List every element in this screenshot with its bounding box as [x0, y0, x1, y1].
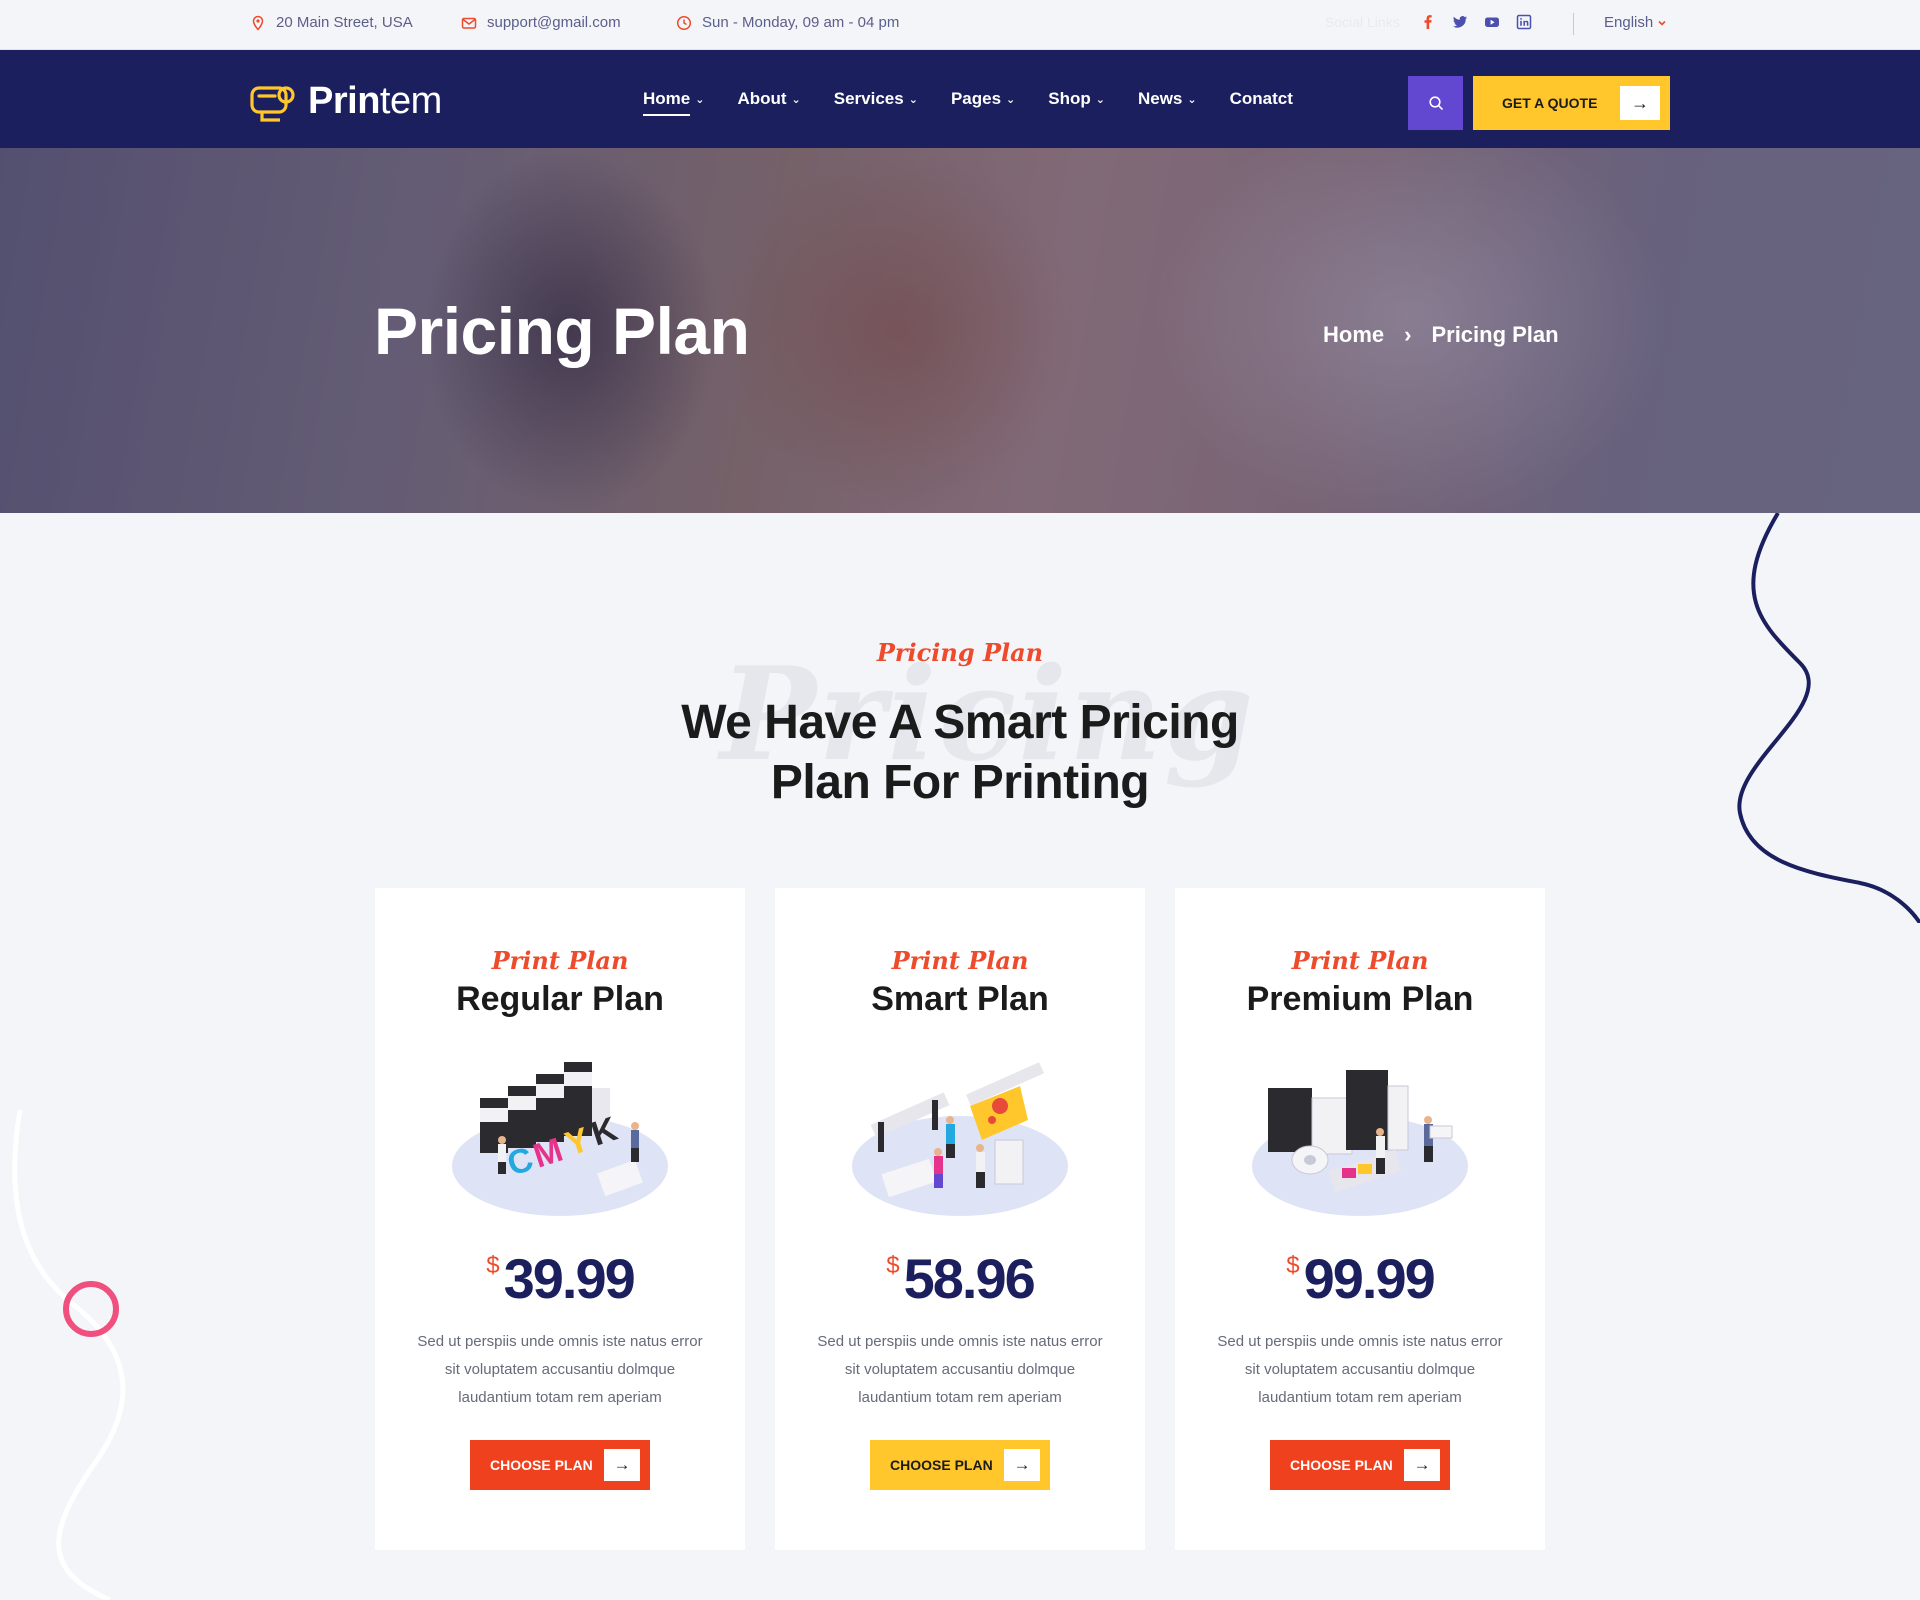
linkedin-icon[interactable] — [1516, 14, 1532, 30]
pricing-card-smart: Print Plan Smart Plan $ 58.96 Sed ut per… — [775, 888, 1145, 1550]
plan-price: $ 99.99 — [1175, 1246, 1545, 1311]
plan-price: $ 39.99 — [375, 1246, 745, 1311]
breadcrumb-current: Pricing Plan — [1431, 322, 1559, 347]
logo-text-light: tem — [379, 80, 442, 122]
menu-label: Services — [833, 89, 904, 108]
email-text[interactable]: support@gmail.com — [487, 14, 621, 31]
chevron-down-icon: ⌄ — [695, 93, 705, 106]
decorative-pink-ring — [63, 1281, 119, 1337]
plan-description: Sed ut perspiis unde omnis iste natus er… — [1217, 1333, 1503, 1406]
map-pin-icon — [252, 15, 264, 31]
plan-tag: Print Plan — [491, 946, 629, 975]
menu-item-home[interactable]: Home ⌄ — [643, 85, 705, 116]
chevron-down-icon: ⌄ — [1095, 93, 1105, 106]
currency-symbol: $ — [486, 1252, 500, 1279]
pricing-card-regular: Print Plan Regular Plan C M Y K $ 39.99 … — [375, 888, 745, 1550]
plan-description: Sed ut perspiis unde omnis iste natus er… — [817, 1333, 1103, 1406]
arrow-right-icon: → — [604, 1449, 640, 1481]
search-button[interactable] — [1408, 76, 1463, 130]
hours-info: Sun - Monday, 09 am - 04 pm — [676, 14, 899, 31]
address-text: 20 Main Street, USA — [276, 14, 413, 31]
youtube-icon[interactable] — [1484, 14, 1500, 30]
menu-label: About — [737, 89, 787, 108]
currency-symbol: $ — [886, 1252, 900, 1279]
plan-tag: Print Plan — [891, 946, 1029, 975]
plan-name: Regular Plan — [456, 980, 664, 1018]
breadcrumb-home-link[interactable]: Home — [1323, 322, 1384, 348]
chevron-down-icon: ⌄ — [791, 93, 801, 106]
printer-roll-logo-icon — [250, 85, 295, 122]
arrow-right-icon: → — [1004, 1449, 1040, 1481]
logo-text: Printem — [308, 80, 442, 123]
quote-button-label: GET A QUOTE — [1502, 95, 1598, 111]
main-menu: Home ⌄ About ⌄ Services ⌄ Pages ⌄ Shop ⌄ News… — [643, 50, 1293, 148]
page-title: Pricing Plan — [374, 294, 750, 368]
section-subtitle: Pricing Plan — [876, 638, 1044, 667]
plan-description: Sed ut perspiis unde omnis iste natus er… — [417, 1333, 703, 1406]
currency-symbol: $ — [1286, 1252, 1300, 1279]
choose-plan-label: CHOOSE PLAN — [490, 1457, 593, 1473]
decorative-white-curve — [12, 1110, 126, 1600]
get-a-quote-button[interactable]: GET A QUOTE → — [1473, 76, 1670, 130]
choose-plan-label: CHOOSE PLAN — [890, 1457, 993, 1473]
plan-price: $ 58.96 — [775, 1246, 1145, 1311]
menu-label: Pages — [950, 89, 1002, 108]
chevron-down-icon — [1658, 20, 1666, 26]
site-logo[interactable]: Printem — [250, 80, 442, 123]
menu-item-shop[interactable]: Shop ⌄ — [1048, 85, 1105, 113]
offset-printer-illustration: C M Y K — [452, 1062, 668, 1216]
menu-label: News — [1137, 89, 1183, 108]
clock-icon — [676, 15, 692, 30]
chevron-down-icon: ⌄ — [1187, 93, 1197, 106]
social-links-label: Social Links — [1325, 14, 1400, 30]
logo-text-bold: Prin — [308, 80, 380, 122]
industrial-press-illustration — [1252, 1070, 1468, 1216]
menu-label: Shop — [1048, 89, 1091, 108]
arrow-right-icon: → — [1404, 1449, 1440, 1481]
hours-text: Sun - Monday, 09 am - 04 pm — [702, 14, 900, 31]
address-info: 20 Main Street, USA — [250, 14, 413, 31]
language-label: English — [1604, 14, 1654, 31]
section-title-line: Plan For Printing — [770, 756, 1150, 809]
envelope-icon — [461, 17, 477, 29]
arrow-right-icon: → — [1620, 86, 1660, 120]
choose-plan-button[interactable]: CHOOSE PLAN → — [470, 1440, 650, 1490]
topbar-divider — [1573, 13, 1574, 35]
social-links: Social Links — [1325, 14, 1532, 30]
menu-item-contact[interactable]: Conatct — [1230, 85, 1293, 113]
menu-item-pages[interactable]: Pages ⌄ — [951, 85, 1015, 113]
plan-name: Premium Plan — [1246, 980, 1474, 1018]
chevron-right-icon: › — [1404, 322, 1412, 347]
menu-item-services[interactable]: Services ⌄ — [834, 85, 918, 113]
top-bar: 20 Main Street, USA support@gmail.com Su… — [0, 0, 1920, 50]
main-navbar: Printem Home ⌄ About ⌄ Services ⌄ Pages ⌄ Sh… — [0, 50, 1920, 148]
hero-overlay — [0, 148, 1920, 513]
search-icon — [1428, 96, 1443, 110]
large-format-printer-illustration — [852, 1062, 1068, 1216]
section-title: We Have A Smart Pricing Plan For Printin… — [0, 693, 1920, 813]
breadcrumb: Home › Pricing Plan — [1323, 322, 1559, 348]
facebook-icon[interactable] — [1420, 14, 1436, 30]
choose-plan-label: CHOOSE PLAN — [1290, 1457, 1393, 1473]
pricing-card-premium: Print Plan Premium Plan $ 99.99 Sed ut p… — [1175, 888, 1545, 1550]
price-amount: 99.99 — [1303, 1247, 1436, 1310]
chevron-down-icon: ⌄ — [1006, 93, 1016, 106]
menu-label: Home — [643, 89, 691, 108]
menu-item-about[interactable]: About ⌄ — [737, 85, 800, 113]
price-amount: 58.96 — [903, 1247, 1036, 1310]
plan-name: Smart Plan — [871, 980, 1049, 1018]
menu-item-news[interactable]: News ⌄ — [1138, 85, 1197, 113]
twitter-icon[interactable] — [1452, 14, 1468, 30]
plan-tag: Print Plan — [1291, 946, 1429, 975]
choose-plan-button[interactable]: CHOOSE PLAN → — [870, 1440, 1050, 1490]
email-info[interactable]: support@gmail.com — [461, 14, 621, 31]
page-hero-banner: Pricing Plan Home › Pricing Plan — [0, 148, 1920, 513]
menu-label: Conatct — [1229, 89, 1293, 108]
language-selector[interactable]: English — [1604, 14, 1667, 31]
chevron-down-icon: ⌄ — [908, 93, 918, 106]
price-amount: 39.99 — [503, 1247, 636, 1310]
section-title-line: We Have A Smart Pricing — [681, 696, 1239, 749]
choose-plan-button[interactable]: CHOOSE PLAN → — [1270, 1440, 1450, 1490]
